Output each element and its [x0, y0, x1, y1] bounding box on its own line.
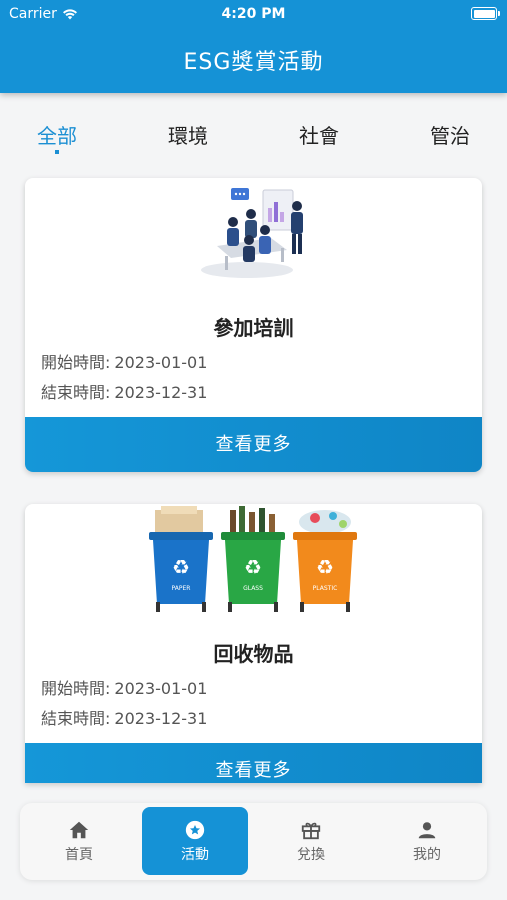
tab-label: 環境 — [168, 124, 208, 148]
start-date: 2023-01-01 — [114, 679, 208, 698]
tab-social[interactable]: 社會 — [284, 120, 354, 149]
end-date: 2023-12-31 — [114, 383, 208, 402]
page-title: ESG獎賞活動 — [183, 50, 324, 75]
tab-label: 管治 — [430, 124, 470, 148]
svg-text:♻: ♻ — [316, 555, 334, 579]
start-time-row: 開始時間: 2023-01-01 — [41, 675, 207, 699]
nav-profile[interactable]: 我的 — [374, 807, 480, 875]
battery-icon — [471, 7, 500, 20]
tab-label: 全部 — [37, 124, 77, 148]
start-date: 2023-01-01 — [114, 353, 208, 372]
status-bar: Carrier 4:20 PM — [0, 0, 507, 28]
view-more-button[interactable]: 查看更多 — [25, 743, 482, 783]
tab-all[interactable]: 全部 — [22, 120, 92, 154]
end-date: 2023-12-31 — [114, 709, 208, 728]
tab-environment[interactable]: 環境 — [153, 120, 223, 149]
star-circle-icon — [185, 820, 205, 840]
tab-label: 社會 — [299, 124, 339, 148]
nav-label: 我的 — [413, 847, 441, 863]
home-icon — [69, 821, 89, 839]
gift-icon — [301, 822, 321, 840]
end-time-row: 結束時間: 2023-12-31 — [41, 705, 207, 729]
card-title: 回收物品 — [213, 642, 294, 666]
svg-text:♻: ♻ — [244, 555, 262, 579]
nav-activities[interactable]: 活動 — [142, 807, 248, 875]
active-tab-indicator — [55, 150, 59, 154]
bin-label: PLASTIC — [313, 585, 338, 592]
bin-label: PAPER — [172, 585, 191, 592]
start-time-row: 開始時間: 2023-01-01 — [41, 349, 207, 373]
start-time-label: 開始時間: — [41, 353, 111, 372]
bottom-nav: 首頁 活動 兌換 我的 — [20, 803, 487, 880]
recycling-bins-illustration: ♻ PAPER ♻ GLASS ♻ PLASTIC — [149, 506, 357, 612]
end-time-label: 結束時間: — [41, 709, 111, 728]
view-more-button[interactable]: 查看更多 — [25, 417, 482, 472]
activity-card: 參加培訓 開始時間: 2023-01-01 結束時間: 2023-12-31 查看更… — [25, 178, 482, 472]
nav-home[interactable]: 首頁 — [26, 807, 132, 875]
nav-label: 兌換 — [297, 847, 325, 863]
tab-governance[interactable]: 管治 — [415, 120, 485, 149]
category-tabs: 全部 環境 社會 管治 — [0, 110, 507, 160]
end-time-label: 結束時間: — [41, 383, 111, 402]
app-header: Carrier 4:20 PM ESG獎賞活動 — [0, 0, 507, 93]
card-title: 參加培訓 — [213, 316, 294, 340]
bin-label: GLASS — [243, 585, 263, 592]
start-time-label: 開始時間: — [41, 679, 111, 698]
nav-label: 活動 — [181, 847, 209, 863]
svg-text:♻: ♻ — [172, 555, 190, 579]
nav-redeem[interactable]: 兌換 — [258, 807, 364, 875]
person-icon — [418, 822, 436, 839]
status-time: 4:20 PM — [221, 6, 286, 22]
end-time-row: 結束時間: 2023-12-31 — [41, 379, 207, 403]
nav-label: 首頁 — [65, 847, 93, 863]
activity-card: ♻ PAPER ♻ GLASS ♻ PLASTIC 回收物品 開始時間: 2023… — [25, 504, 482, 783]
meeting-training-illustration — [201, 188, 303, 278]
